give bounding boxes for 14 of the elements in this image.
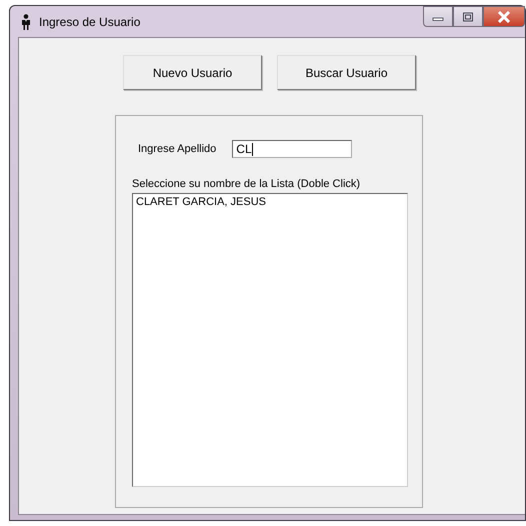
surname-field[interactable]: CL (232, 140, 352, 158)
person-icon (21, 14, 31, 30)
list-item[interactable]: CLARET GARCIA, JESUS (135, 196, 405, 208)
command-button[interactable]: Nuevo Usuario (123, 55, 262, 90)
minimize-button[interactable] (423, 6, 453, 27)
command-button[interactable]: Buscar Usuario (277, 55, 416, 90)
surname-label: Ingrese Apellido (138, 143, 216, 155)
list-label: Seleccione su nombre de la Lista (Doble Click) (132, 178, 362, 190)
name-list[interactable]: CLARET GARCIA, JESUS (132, 193, 408, 487)
close-button[interactable] (483, 6, 525, 27)
maximize-icon (462, 12, 474, 22)
close-icon (497, 10, 511, 22)
window-title: Ingreso de Usuario (39, 14, 140, 28)
maximize-button[interactable] (453, 6, 483, 27)
